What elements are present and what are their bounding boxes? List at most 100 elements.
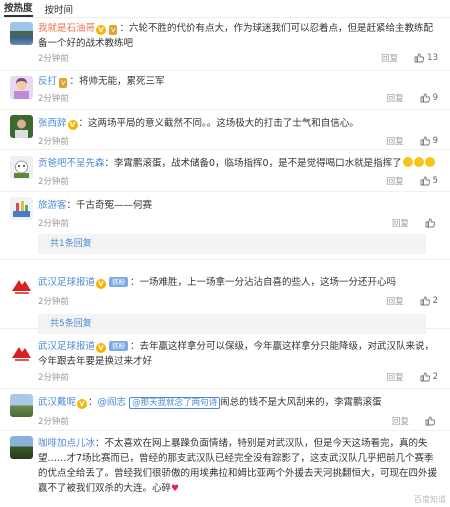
like-button[interactable]: 2: [420, 372, 438, 382]
comment-item: 反打 V ：将帅无能，累死三军 2分钟前 回复 9: [0, 71, 450, 110]
thumbs-up-icon: [420, 372, 430, 382]
like-count: 5: [432, 176, 438, 186]
reply-button[interactable]: 回复: [387, 135, 404, 147]
comment-item: 咖啡加点儿冰：不太喜欢在网上暴躁负面情绪，特别是对武汉队，但是今天这场看完，真的…: [0, 431, 450, 507]
username[interactable]: 武汉足球报道: [38, 277, 95, 288]
comment-meta: 2分钟前 回复: [38, 414, 438, 428]
comment-item: 贡爸吧不呈先森：李霄鹏滚蛋，战术储备0，临场指挥0，是不是觉得喝口水就是指挥了 …: [0, 150, 450, 192]
like-button[interactable]: 9: [420, 93, 438, 103]
username[interactable]: 旅游客: [38, 200, 67, 211]
comment-meta: 2分钟前 回复: [38, 216, 438, 230]
thumbs-up-icon: [414, 53, 425, 63]
username[interactable]: 贡爸吧不呈先森: [38, 158, 105, 169]
avatar[interactable]: [10, 436, 33, 459]
verified-icon: V: [67, 120, 78, 130]
like-button[interactable]: [425, 416, 438, 426]
username[interactable]: 反打: [38, 76, 57, 87]
broken-heart-icon: ♥: [171, 484, 180, 494]
comment-meta: 2分钟前 回复 9: [38, 91, 438, 105]
like-button[interactable]: 9: [420, 136, 438, 146]
mention-link[interactable]: @阎志: [98, 397, 127, 408]
smile-emoji-icon: [424, 157, 435, 167]
like-count: 9: [432, 93, 438, 103]
timestamp: 2分钟前: [38, 177, 69, 187]
watermark: 百度知道: [414, 495, 446, 504]
tab-by-time[interactable]: 按时间: [45, 2, 74, 16]
reply-button[interactable]: 回复: [387, 92, 404, 104]
smile-emoji-icon: [413, 157, 424, 167]
verified-icon: V: [96, 343, 107, 353]
username[interactable]: 咖啡加点儿冰: [38, 438, 95, 449]
like-button[interactable]: 2: [420, 296, 438, 306]
smile-emoji-icon: [402, 157, 413, 167]
like-button[interactable]: 5: [420, 176, 438, 186]
avatar[interactable]: [10, 156, 33, 179]
avatar[interactable]: [10, 394, 33, 417]
timestamp: 2分钟前: [38, 373, 69, 383]
comment-item: 武汉足球报道 V 铁粉 ：去年赢这样拿分可以保级，今年赢这样拿分只能降级，对武汉队来说…: [0, 329, 450, 389]
reply-button[interactable]: 回复: [392, 415, 409, 427]
fan-badge: 铁粉: [109, 341, 129, 351]
username[interactable]: 我就是石油哥: [38, 23, 95, 34]
thumbs-up-icon: [420, 296, 430, 306]
comment-item: 旅游客：千古奇冤——何赛 2分钟前 回复 共1条回复: [0, 192, 450, 260]
timestamp: 2分钟前: [38, 297, 69, 307]
avatar[interactable]: [10, 197, 33, 220]
avatar[interactable]: [10, 341, 33, 364]
like-count: 9: [432, 136, 438, 146]
comment-item: 武汉戴呢 V ：@阎志 @那天我就念了两句诗 闹总的钱不是大风刮来的，李霄鹏滚蛋 2分…: [0, 389, 450, 431]
comment-meta: 2分钟前 回复 9: [38, 134, 438, 148]
thumbs-up-icon: [425, 218, 435, 228]
comment-text: 咖啡加点儿冰：不太喜欢在网上暴躁负面情绪，特别是对武汉队，但是今天这场看完，真的…: [38, 438, 438, 494]
comment-meta: 2分钟前 回复 13: [38, 51, 438, 65]
username[interactable]: 张西辞: [38, 118, 67, 129]
comment-meta: 2分钟前 回复 5: [38, 174, 438, 188]
fan-badge: 铁粉: [109, 277, 129, 287]
comment-text: 武汉足球报道 V 铁粉 ：去年赢这样拿分可以保级，今年赢这样拿分只能降级，对武汉队来说…: [38, 341, 435, 367]
reply-count-link[interactable]: 共1条回复: [38, 234, 426, 254]
like-button[interactable]: [425, 218, 438, 228]
avatar[interactable]: [10, 22, 33, 45]
like-count: 2: [432, 296, 438, 306]
comment-item: 张西辞 V ：这两场平局的意义截然不同。。这场极大的打击了士气和自信心。 2分钟前 …: [0, 110, 450, 150]
comment-item: 武汉足球报道 V 铁粉 ：一场难胜，上一场拿一分沾沾自喜的些人，这场一分还开心吗 2分…: [0, 260, 450, 334]
comment-text: 武汉戴呢 V ：@阎志 @那天我就念了两句诗 闹总的钱不是大风刮来的，李霄鹏滚蛋: [38, 397, 382, 409]
reply-button[interactable]: 回复: [387, 371, 404, 383]
comment-text: 武汉足球报道 V 铁粉 ：一场难胜，上一场拿一分沾沾自喜的些人，这场一分还开心吗: [38, 277, 397, 289]
thumbs-up-icon: [420, 93, 430, 103]
level-badge-icon: V: [109, 25, 118, 35]
sort-tabs: 按热度 按时间: [0, 0, 450, 18]
avatar[interactable]: [10, 76, 33, 99]
comment-text: 张西辞 V ：这两场平局的意义截然不同。。这场极大的打击了士气和自信心。: [38, 118, 359, 130]
timestamp: 2分钟前: [38, 94, 69, 104]
timestamp: 2分钟前: [38, 137, 69, 147]
verified-icon: V: [96, 279, 107, 289]
verified-icon: V: [96, 25, 107, 35]
username[interactable]: 武汉戴呢: [38, 397, 76, 408]
comment-text: 反打 V ：将帅无能，累死三军: [38, 76, 165, 88]
avatar[interactable]: [10, 274, 33, 297]
comment-text: 我就是石油哥 V V ：六轮不胜的代价有点大，作为球迷我们可以忍着点，但是赶紧给主教练…: [38, 23, 433, 49]
username[interactable]: 武汉足球报道: [38, 341, 95, 352]
comment-item: 我就是石油哥 V V ：六轮不胜的代价有点大，作为球迷我们可以忍着点，但是赶紧给主教练…: [0, 18, 450, 71]
timestamp: 2分钟前: [38, 417, 69, 427]
like-count: 13: [427, 53, 438, 63]
reply-button[interactable]: 回复: [387, 175, 404, 187]
level-badge-icon: V: [59, 78, 68, 88]
reply-button[interactable]: 回复: [381, 52, 398, 64]
thumbs-up-icon: [420, 136, 430, 146]
like-count: 2: [432, 372, 438, 382]
like-button[interactable]: 13: [414, 53, 438, 63]
reply-button[interactable]: 回复: [392, 217, 409, 229]
comment-meta: 2分钟前 回复 2: [38, 294, 438, 308]
comment-text: 贡爸吧不呈先森：李霄鹏滚蛋，战术储备0，临场指挥0，是不是觉得喝口水就是指挥了: [38, 156, 438, 171]
thumbs-up-icon: [425, 416, 435, 426]
verified-icon: V: [77, 399, 88, 409]
thumbs-up-icon: [420, 176, 430, 186]
avatar[interactable]: [10, 115, 33, 138]
comment-meta: 2分钟前 回复 2: [38, 370, 438, 384]
mention-link[interactable]: @那天我就念了两句诗: [129, 397, 221, 409]
tab-by-hot[interactable]: 按热度: [4, 0, 33, 17]
reply-button[interactable]: 回复: [387, 295, 404, 307]
comment-text: 旅游客：千古奇冤——何赛: [38, 200, 153, 211]
